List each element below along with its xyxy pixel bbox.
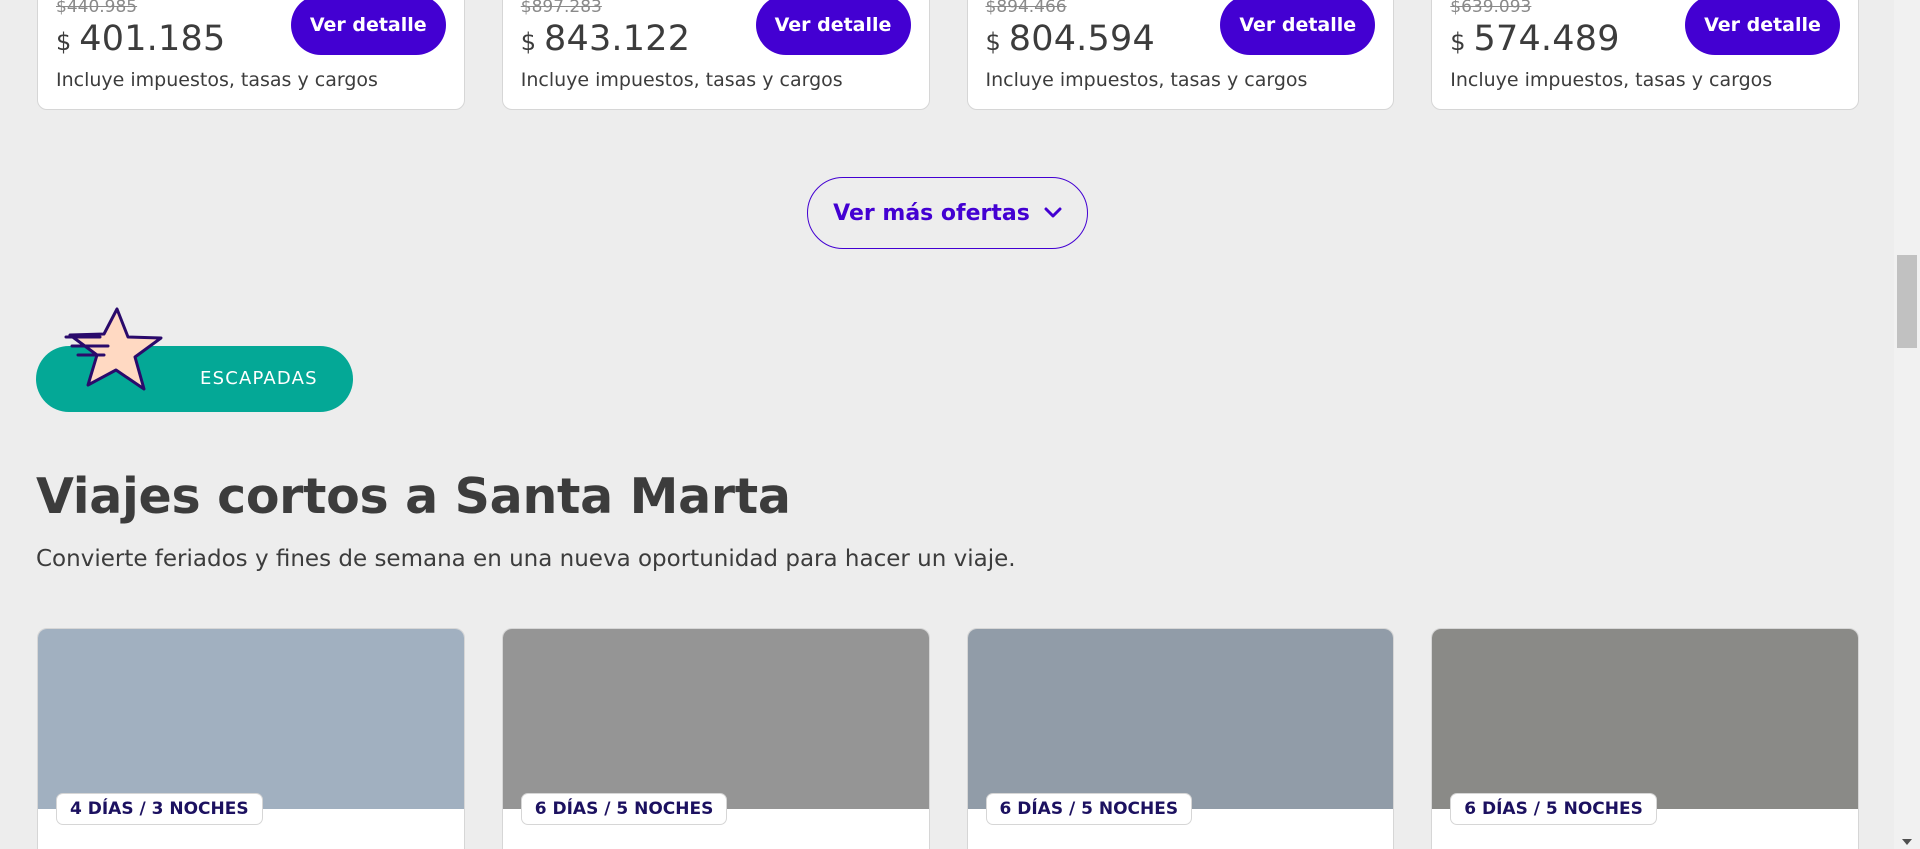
- duration-tag: 6 DÍAS / 5 NOCHES: [1450, 793, 1657, 825]
- view-detail-button[interactable]: Ver detalle: [1685, 0, 1840, 55]
- price-note: Incluye impuestos, tasas y cargos: [985, 69, 1308, 91]
- old-price: $894.466: [985, 0, 1067, 17]
- more-offers-label: Ver más ofertas: [833, 200, 1030, 226]
- view-detail-button[interactable]: Ver detalle: [1220, 0, 1376, 55]
- more-offers-button[interactable]: Ver más ofertas: [807, 177, 1088, 249]
- old-price: $897.283: [520, 0, 602, 17]
- duration-tag: 6 DÍAS / 5 NOCHES: [985, 793, 1193, 825]
- section-title: Viajes cortos a Santa Marta: [36, 468, 791, 525]
- view-detail-button[interactable]: Ver detalle: [290, 0, 446, 55]
- currency-symbol: $: [1450, 28, 1466, 56]
- view-detail-button[interactable]: Ver detalle: [755, 0, 911, 55]
- offer-card-row: $440.985 $ 401.185 Incluye impuestos, ta…: [37, 0, 1859, 110]
- trip-image: [967, 629, 1394, 809]
- trip-card-row: 4 DÍAS / 3 NOCHES 6 DÍAS / 5 NOCHES 6 DÍ…: [37, 628, 1859, 849]
- price-note: Incluye impuestos, tasas y cargos: [520, 69, 843, 91]
- trip-card[interactable]: 6 DÍAS / 5 NOCHES: [1431, 628, 1859, 849]
- price: $ 574.489: [1450, 19, 1619, 59]
- price-amount: 804.594: [1008, 19, 1155, 59]
- currency-symbol: $: [985, 28, 1001, 56]
- offer-card: $639.093 $ 574.489 Incluye impuestos, ta…: [1431, 0, 1859, 110]
- trip-image: [502, 629, 929, 809]
- currency-symbol: $: [56, 28, 72, 56]
- offer-card: $897.283 $ 843.122 Incluye impuestos, ta…: [501, 0, 930, 110]
- offer-card: $440.985 $ 401.185 Incluye impuestos, ta…: [37, 0, 465, 110]
- chevron-down-icon: [1044, 207, 1062, 219]
- price-note: Incluye impuestos, tasas y cargos: [1450, 69, 1773, 91]
- scrollbar[interactable]: [1894, 0, 1920, 849]
- trip-image: [1432, 629, 1858, 809]
- old-price: $440.985: [56, 0, 138, 17]
- scroll-down-arrow-icon[interactable]: [1901, 837, 1913, 847]
- price-note: Incluye impuestos, tasas y cargos: [56, 69, 378, 91]
- price: $ 804.594: [986, 19, 1155, 59]
- price-amount: 843.122: [544, 19, 691, 59]
- price-amount: 574.489: [1473, 19, 1620, 59]
- old-price: $639.093: [1450, 0, 1532, 17]
- trip-card[interactable]: 6 DÍAS / 5 NOCHES: [501, 628, 930, 849]
- price: $ 843.122: [521, 19, 690, 59]
- duration-tag: 4 DÍAS / 3 NOCHES: [56, 793, 263, 825]
- price: $ 401.185: [56, 19, 225, 59]
- price-amount: 401.185: [79, 19, 226, 59]
- section-subtitle: Convierte feriados y fines de semana en …: [36, 546, 1016, 572]
- duration-tag: 6 DÍAS / 5 NOCHES: [520, 793, 728, 825]
- trip-image: [38, 629, 464, 809]
- star-icon: [64, 307, 163, 391]
- trip-card[interactable]: 6 DÍAS / 5 NOCHES: [966, 628, 1395, 849]
- badge-label: ESCAPADAS: [200, 368, 318, 389]
- currency-symbol: $: [520, 28, 537, 56]
- scrollbar-thumb[interactable]: [1897, 255, 1917, 348]
- offer-card: $894.466 $ 804.594 Incluye impuestos, ta…: [966, 0, 1395, 110]
- trip-card[interactable]: 4 DÍAS / 3 NOCHES: [37, 628, 465, 849]
- page: $440.985 $ 401.185 Incluye impuestos, ta…: [0, 0, 1920, 849]
